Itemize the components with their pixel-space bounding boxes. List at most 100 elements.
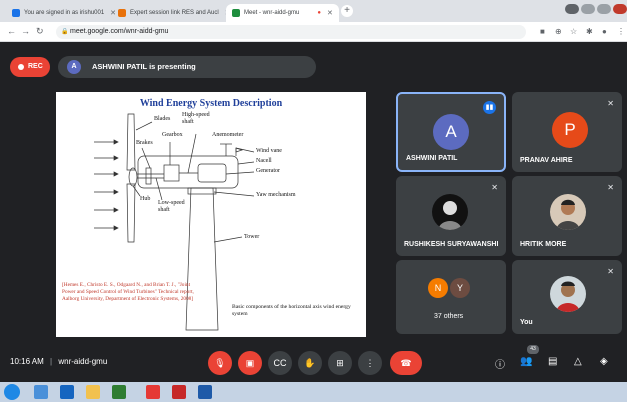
label-high-speed-shaft: High-speed shaft: [182, 112, 210, 125]
maximize-icon[interactable]: [597, 4, 611, 14]
participant-tile[interactable]: A ▮▮ ASHWINI PATIL: [396, 92, 506, 172]
reload-icon[interactable]: ↻: [36, 26, 44, 37]
label-yaw-mechanism: Yaw mechanism: [256, 192, 296, 198]
present-icon: ⊞: [336, 358, 344, 368]
profile-icon[interactable]: [565, 4, 579, 14]
activities-icon[interactable]: △: [574, 356, 582, 367]
new-tab-button[interactable]: +: [341, 5, 353, 17]
taskbar-app-icon[interactable]: [172, 385, 186, 399]
camera-permission-icon[interactable]: ■: [540, 27, 545, 36]
label-wind-vane: Wind vane: [256, 148, 282, 154]
url-input[interactable]: 🔒 meet.google.com/wnr-aidd-gmu: [56, 25, 526, 39]
camera-off-icon: ▣: [245, 358, 255, 368]
tab-meet[interactable]: Meet - wnr-aidd-gmu ● ✕: [226, 4, 339, 22]
slide-caption: Basic components of the horizontal axis …: [232, 304, 351, 318]
participant-name: PRANAV AHIRE: [520, 157, 573, 164]
mic-off-icon: ✕: [607, 99, 614, 108]
camera-toggle-button[interactable]: ▣: [238, 351, 262, 375]
more-options-button[interactable]: ⋮: [358, 351, 382, 375]
participant-name: HRITIK MORE: [520, 241, 567, 248]
divider: |: [50, 357, 53, 366]
label-tower: Tower: [244, 234, 260, 240]
window-close-icon[interactable]: [613, 4, 627, 14]
extensions-icon[interactable]: ✱: [586, 27, 593, 36]
meet-window: REC A ASHWINI PATIL is presenting Wind E…: [0, 42, 627, 382]
info-icon[interactable]: ⓘ: [495, 356, 505, 371]
participant-count-badge: 43: [527, 345, 539, 354]
avatar: Y: [450, 278, 470, 298]
tab-signed-in[interactable]: You are signed in as irishu001 ✕: [6, 4, 122, 22]
label-low-speed-shaft: Low-speed shaft: [158, 200, 185, 213]
avatar: A: [433, 114, 469, 150]
label-hub: Hub: [140, 196, 151, 202]
browser-tab-bar: You are signed in as irishu001 ✕ Expert …: [0, 0, 627, 22]
tab-label: Meet - wnr-aidd-gmu: [244, 10, 300, 16]
label-anemometer: Anemometer: [212, 132, 244, 138]
taskbar-app-icon[interactable]: [60, 385, 74, 399]
tab-label: You are signed in as irishu001: [24, 10, 105, 16]
label-gearbox: Gearbox: [162, 132, 183, 138]
recording-badge: REC: [10, 57, 50, 77]
others-tile[interactable]: N Y 37 others: [396, 260, 506, 334]
bookmark-star-icon[interactable]: ☆: [570, 27, 577, 36]
mic-off-icon: ✕: [607, 267, 614, 276]
leave-call-button[interactable]: ☎: [390, 351, 422, 375]
recording-dot-icon: ●: [317, 10, 321, 16]
os-taskbar: [0, 382, 627, 402]
presenting-text: ASHWINI PATIL is presenting: [92, 62, 196, 71]
mic-off-icon: ✕: [491, 183, 498, 192]
presenter-avatar: A: [67, 60, 81, 74]
participant-name: You: [520, 319, 533, 326]
forward-icon[interactable]: →: [21, 26, 30, 36]
profile-avatar-icon[interactable]: ●: [602, 27, 607, 36]
self-tile[interactable]: ✕ You: [512, 260, 622, 334]
meet-control-bar: 10:16 AM | wnr-aidd-gmu 🎙 ▣ CC ✋ ⊞ ⋮ ☎ ⓘ…: [0, 344, 627, 382]
participant-tile[interactable]: P ✕ PRANAV AHIRE: [512, 92, 622, 172]
speaking-indicator-icon: ▮▮: [483, 101, 496, 114]
label-nacelle: Nacell: [256, 158, 272, 164]
start-button[interactable]: [4, 384, 20, 400]
host-controls-icon[interactable]: ◈: [600, 356, 608, 367]
menu-icon[interactable]: ⋮: [617, 27, 625, 36]
presenting-banner: A ASHWINI PATIL is presenting: [58, 56, 316, 78]
taskbar-app-icon[interactable]: [146, 385, 160, 399]
lock-icon: 🔒: [61, 29, 69, 35]
more-icon: ⋮: [365, 358, 375, 368]
taskbar-app-icon[interactable]: [86, 385, 100, 399]
participant-name: RUSHIKESH SURYAWANSHI: [404, 241, 499, 248]
people-icon[interactable]: 👥: [520, 356, 532, 367]
shared-slide: Wind Energy System Description Blades Hi…: [56, 92, 366, 337]
meeting-time: 10:16 AM: [10, 357, 44, 366]
participant-name: ASHWINI PATIL: [406, 155, 458, 162]
captions-button[interactable]: CC: [268, 351, 292, 375]
avatar: [550, 276, 586, 312]
participant-tile[interactable]: ✕ HRITIK MORE: [512, 176, 622, 256]
chat-icon[interactable]: ▤: [548, 356, 557, 367]
taskbar-app-icon[interactable]: [34, 385, 48, 399]
close-icon[interactable]: ✕: [327, 9, 333, 17]
label-blades: Blades: [154, 116, 171, 122]
tab-favicon: [12, 9, 20, 17]
window-controls: [565, 4, 627, 18]
taskbar-app-icon[interactable]: [112, 385, 126, 399]
participant-tile[interactable]: ✕ RUSHIKESH SURYAWANSHI: [396, 176, 506, 256]
taskbar-app-icon[interactable]: [198, 385, 212, 399]
tab-expert-session[interactable]: Expert session link RES and Aucl ✕: [112, 4, 237, 22]
raise-hand-button[interactable]: ✋: [298, 351, 322, 375]
label-generator: Generator: [256, 168, 280, 174]
captions-icon: CC: [273, 358, 287, 368]
mic-off-icon: ✕: [607, 183, 614, 192]
tab-label: Expert session link RES and Aucl: [130, 10, 219, 16]
mic-toggle-button[interactable]: 🎙: [208, 351, 232, 375]
others-count-label: 37 others: [434, 313, 464, 320]
meeting-time-code: 10:16 AM | wnr-aidd-gmu: [10, 357, 107, 366]
meeting-code: wnr-aidd-gmu: [58, 357, 108, 366]
back-icon[interactable]: ←: [7, 26, 16, 36]
slide-citation: [Hemes E., Christo E. S., Odgaard N., an…: [62, 282, 194, 302]
avatar: P: [552, 112, 588, 148]
mic-off-icon: 🎙: [214, 358, 226, 368]
tab-favicon: [232, 9, 240, 17]
zoom-icon[interactable]: ⊕: [555, 27, 562, 36]
present-button[interactable]: ⊞: [328, 351, 352, 375]
minimize-icon[interactable]: [581, 4, 595, 14]
